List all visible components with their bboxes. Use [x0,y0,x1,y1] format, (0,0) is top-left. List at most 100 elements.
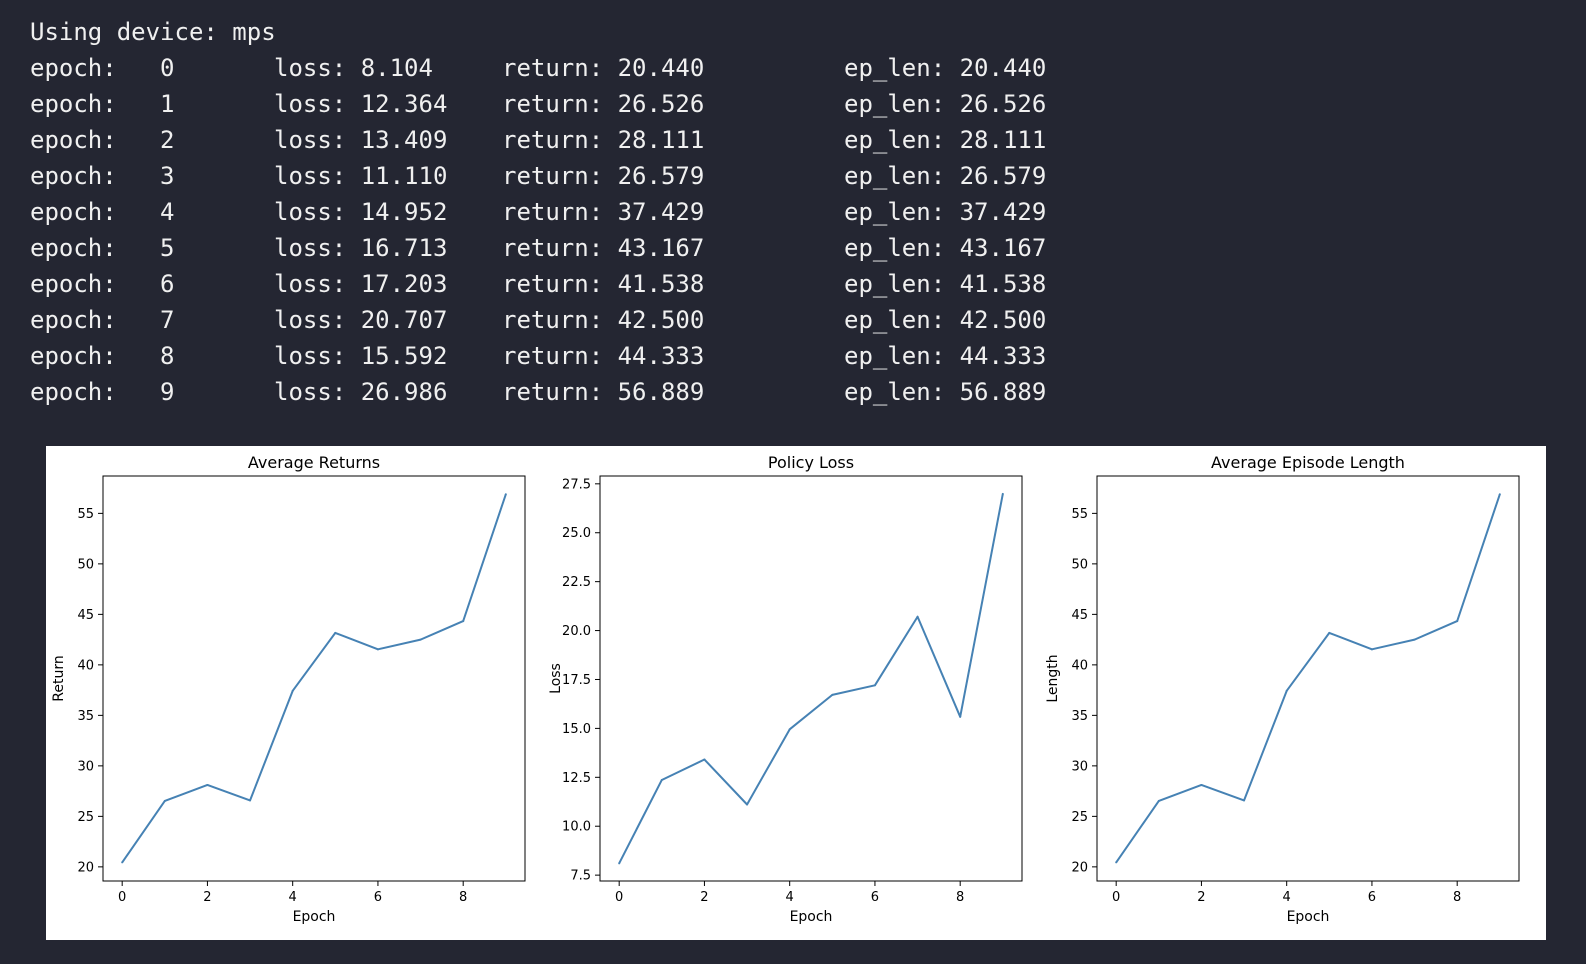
ep-len-field: ep_len: 43.167 [844,234,1047,262]
series-line [1115,493,1501,863]
epoch-field: epoch: 1 [30,90,175,118]
loss-field: loss: 20.707 [274,306,448,334]
series-line [618,493,1004,864]
x-tick-label: 0 [1112,890,1120,905]
ep-len-field: ep_len: 28.111 [844,126,1047,154]
series-line [121,493,507,863]
x-tick-label: 6 [871,890,879,905]
y-axis-label: Length [1045,654,1061,702]
data-point [206,783,209,786]
data-point [1328,631,1331,634]
log-row: epoch: 1 loss: 12.364 return: 26.526 ep_len… [30,86,1046,122]
y-tick-label: 20 [77,860,94,875]
y-tick-label: 55 [1071,507,1088,522]
ep-len-field: ep_len: 42.500 [844,306,1047,334]
chart-title: Policy Loss [768,453,854,472]
data-point [916,615,919,618]
chart-0: Average Returns 0 2 4 6 8 20 25 30 35 40 45 50 55 Epoc… [51,453,526,925]
data-point [419,638,422,641]
loss-field: loss: 13.409 [274,126,448,154]
y-tick-label: 22.5 [562,575,591,590]
y-axis-label: Return [51,655,67,701]
loss-field: loss: 16.713 [274,234,448,262]
data-point [1285,689,1288,692]
y-tick-label: 50 [1071,557,1088,572]
data-point [746,803,749,806]
terminal-output: Using device: mps epoch: 0 loss: 8.104 ret… [30,14,1046,410]
data-point [462,620,465,623]
data-point [376,648,379,651]
y-tick-label: 50 [77,557,94,572]
return-field: return: 43.167 [502,234,705,262]
loss-field: loss: 8.104 [274,54,433,82]
y-tick-label: 40 [77,658,94,673]
figure-canvas: Average Returns0 2 4 6 82025303540455055Epoc… [51,453,1520,925]
x-tick-label: 2 [203,890,211,905]
ep-len-field: ep_len: 37.429 [844,198,1047,226]
data-point [618,862,621,865]
y-tick-label: 12.5 [562,771,591,786]
return-field: return: 26.579 [502,162,705,190]
x-tick-label: 6 [374,890,382,905]
loss-field: loss: 12.364 [274,90,448,118]
x-tick-label: 0 [615,890,623,905]
epoch-field: epoch: 0 [30,54,175,82]
data-point [504,493,507,496]
data-point [163,799,166,802]
data-point [703,758,706,761]
x-axis-label: Epoch [790,909,833,925]
log-row: epoch: 4 loss: 14.952 return: 37.429 ep_len… [30,194,1046,230]
y-tick-label: 20 [1071,860,1088,875]
y-tick-label: 10.0 [562,820,591,835]
epoch-field: epoch: 7 [30,306,175,334]
y-tick-label: 40 [1071,658,1088,673]
x-tick-label: 4 [1283,890,1291,905]
y-tick-label: 35 [77,709,94,724]
log-row: epoch: 2 loss: 13.409 return: 28.111 ep_len… [30,122,1046,158]
y-tick-label: 25.0 [562,526,591,541]
x-axis-label: Epoch [293,909,336,925]
data-point [249,799,252,802]
axes-frame [599,475,1023,882]
x-tick-label: 4 [289,890,297,905]
data-point [1115,861,1118,864]
epoch-field: epoch: 2 [30,126,175,154]
x-tick-label: 8 [956,890,964,905]
x-tick-label: 6 [1368,890,1376,905]
return-field: return: 28.111 [502,126,705,154]
loss-field: loss: 11.110 [274,162,448,190]
device-line: Using device: mps [30,18,276,46]
x-tick-label: 8 [459,890,467,905]
data-point [1498,493,1501,496]
return-field: return: 44.333 [502,342,705,370]
chart-2: Average Episode Length 0 2 4 6 8 20 25 30 35 40 45 5… [1045,453,1520,925]
return-field: return: 37.429 [502,198,705,226]
x-tick-label: 8 [1453,890,1461,905]
training-figure: Average Returns 0 2 4 6 8 20 25 30 35 40 45 50 55 Epoc… [46,446,1546,940]
log-row: epoch: 3 loss: 11.110 return: 26.579 ep_len… [30,158,1046,194]
y-tick-label: 20.0 [562,624,591,639]
y-tick-label: 25 [77,810,94,825]
return-field: return: 42.500 [502,306,705,334]
log-row: epoch: 8 loss: 15.592 return: 44.333 ep_len… [30,338,1046,374]
chart-1: Policy Loss 0 2 4 6 8 7.5 10.0 12.5 15.0 17.5 20.0 2… [548,453,1023,925]
log-row: epoch: 0 loss: 8.104 return: 20.440 ep_len:… [30,50,1046,86]
data-point [788,728,791,731]
y-tick-label: 27.5 [562,477,591,492]
loss-field: loss: 15.592 [274,342,448,370]
y-tick-label: 7.5 [570,869,591,884]
data-point [1413,638,1416,641]
y-tick-label: 35 [1071,709,1088,724]
data-point [1370,648,1373,651]
ep-len-field: ep_len: 56.889 [844,378,1047,406]
y-axis-label: Loss [548,663,564,694]
data-point [1157,799,1160,802]
data-point [291,689,294,692]
y-tick-label: 45 [1071,608,1088,623]
epoch-log: epoch: 0 loss: 8.104 return: 20.440 ep_len:… [30,50,1046,410]
x-tick-label: 0 [118,890,126,905]
chart-title: Average Returns [248,453,380,472]
x-tick-label: 2 [1197,890,1205,905]
log-row: epoch: 9 loss: 26.986 return: 56.889 ep_len… [30,374,1046,410]
x-axis-label: Epoch [1287,909,1330,925]
